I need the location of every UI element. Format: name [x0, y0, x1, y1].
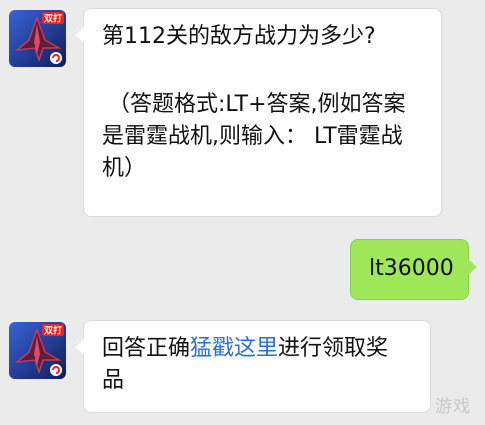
question-line-3	[102, 71, 425, 89]
watermark: 游戏	[435, 397, 471, 417]
reward-line-2: 品	[102, 368, 125, 393]
bot-avatar[interactable]: 双打	[9, 322, 66, 379]
claim-reward-link[interactable]: 猛戳这里	[190, 336, 278, 361]
reward-text-before: 回答正确	[102, 336, 191, 361]
incoming-message-reward: 回答正确猛戳这里进行领取奖 品	[75, 321, 430, 412]
question-line-5: 是雷霆战机,则输入： LT雷霆战	[102, 124, 403, 149]
outgoing-message-answer: lt36000	[351, 240, 477, 299]
question-line-4: （答题格式:LT+答案,例如答案	[108, 92, 406, 117]
question-line-1: 第112关的敌方战力为多少?	[102, 24, 376, 49]
question-line-6: 机）	[102, 156, 147, 181]
question-line-2	[102, 53, 425, 71]
avatar-badge-text: 双打	[44, 13, 62, 25]
bubble-tail	[468, 259, 477, 275]
game-jet-icon: 双打	[9, 322, 66, 379]
game-jet-icon: 双打	[9, 10, 66, 67]
reward-text-after: 进行领取奖	[278, 336, 389, 361]
bot-avatar[interactable]: 双打	[9, 10, 66, 67]
avatar-badge-text: 双打	[44, 325, 62, 337]
reward-line-1: 回答正确猛戳这里进行领取奖	[102, 333, 414, 365]
answer-text: lt36000	[369, 256, 454, 281]
incoming-message-question: 第112关的敌方战力为多少? （答题格式:LT+答案,例如答案 是雷霆战机,则输…	[75, 9, 441, 216]
bubble-tail	[75, 27, 84, 43]
bubble-tail	[75, 339, 84, 355]
